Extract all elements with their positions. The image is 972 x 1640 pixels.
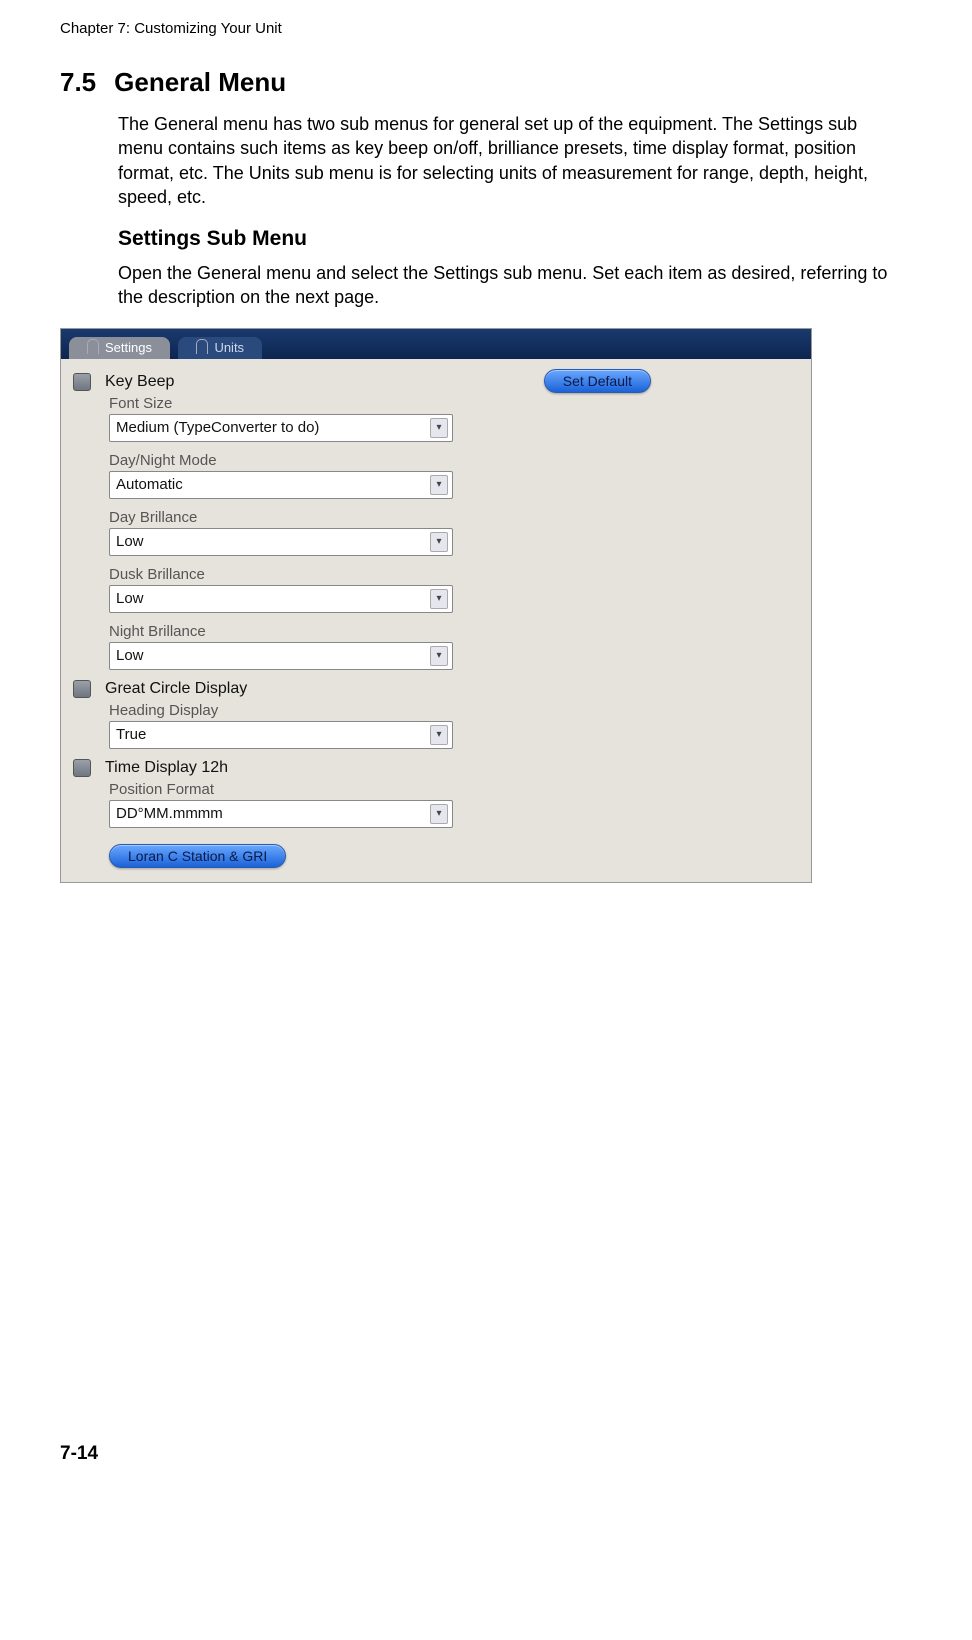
- font-size-label: Font Size: [109, 395, 453, 412]
- font-size-select[interactable]: Medium (TypeConverter to do) ▾: [109, 414, 453, 442]
- heading-display-value: True: [116, 726, 146, 743]
- subsection-heading: Settings Sub Menu: [118, 227, 912, 251]
- heading-display-label: Heading Display: [109, 702, 453, 719]
- position-format-value: DD°MM.mmmm: [116, 805, 223, 822]
- set-default-button[interactable]: Set Default: [544, 369, 651, 393]
- heading-display-select[interactable]: True ▾: [109, 721, 453, 749]
- subsection-paragraph: Open the General menu and select the Set…: [118, 261, 898, 310]
- section-title: General Menu: [114, 67, 286, 97]
- night-brillance-label: Night Brillance: [109, 623, 453, 640]
- chevron-down-icon: ▾: [430, 532, 448, 552]
- day-night-select[interactable]: Automatic ▾: [109, 471, 453, 499]
- font-size-value: Medium (TypeConverter to do): [116, 419, 319, 436]
- time-12h-label: Time Display 12h: [105, 759, 228, 777]
- section-number: 7.5: [60, 67, 96, 98]
- dusk-brillance-value: Low: [116, 590, 144, 607]
- section-heading: 7.5 General Menu: [60, 67, 912, 98]
- great-circle-checkbox[interactable]: [73, 680, 91, 698]
- chapter-header: Chapter 7: Customizing Your Unit: [60, 20, 912, 37]
- time-12h-checkbox[interactable]: [73, 759, 91, 777]
- great-circle-label: Great Circle Display: [105, 680, 247, 698]
- chevron-down-icon: ▾: [430, 589, 448, 609]
- day-night-label: Day/Night Mode: [109, 452, 453, 469]
- loran-button[interactable]: Loran C Station & GRI: [109, 844, 286, 868]
- night-brillance-select[interactable]: Low ▾: [109, 642, 453, 670]
- key-beep-label: Key Beep: [105, 373, 174, 391]
- tab-bar: Settings Units: [61, 329, 811, 359]
- dusk-brillance-label: Dusk Brillance: [109, 566, 453, 583]
- day-brillance-value: Low: [116, 533, 144, 550]
- chevron-down-icon: ▾: [430, 804, 448, 824]
- position-format-label: Position Format: [109, 781, 453, 798]
- night-brillance-value: Low: [116, 647, 144, 664]
- day-brillance-label: Day Brillance: [109, 509, 453, 526]
- tab-units[interactable]: Units: [178, 337, 262, 359]
- settings-screenshot: Settings Units Set Default Key Beep Font…: [60, 328, 812, 883]
- dusk-brillance-select[interactable]: Low ▾: [109, 585, 453, 613]
- key-beep-checkbox[interactable]: [73, 373, 91, 391]
- chevron-down-icon: ▾: [430, 475, 448, 495]
- position-format-select[interactable]: DD°MM.mmmm ▾: [109, 800, 453, 828]
- page-number: 7-14: [60, 1443, 912, 1465]
- day-night-value: Automatic: [116, 476, 183, 493]
- day-brillance-select[interactable]: Low ▾: [109, 528, 453, 556]
- tab-settings[interactable]: Settings: [69, 337, 170, 359]
- chevron-down-icon: ▾: [430, 646, 448, 666]
- intro-paragraph: The General menu has two sub menus for g…: [118, 112, 898, 209]
- chevron-down-icon: ▾: [430, 725, 448, 745]
- chevron-down-icon: ▾: [430, 418, 448, 438]
